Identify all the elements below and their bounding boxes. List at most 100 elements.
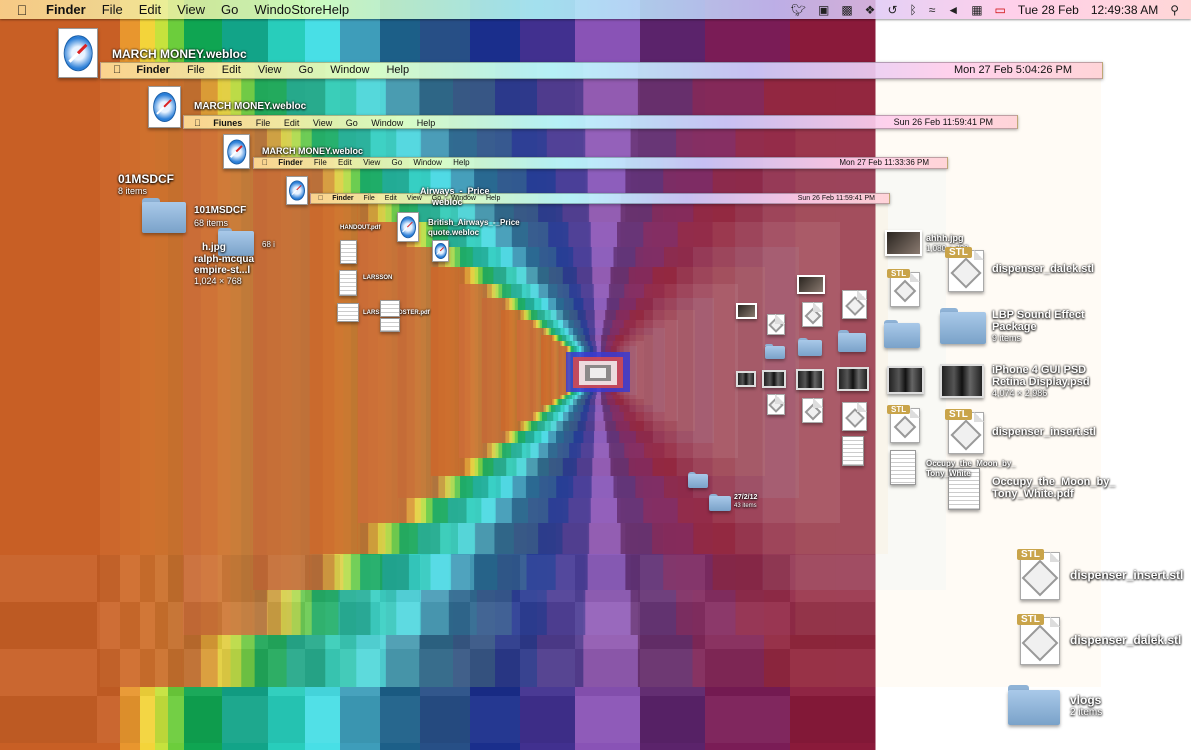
menu-window[interactable]: Windo [254, 2, 291, 17]
safari-webloc-icon[interactable] [223, 134, 250, 169]
file-label[interactable]: dispenser_dalek.stl [1070, 633, 1181, 647]
folder-label[interactable]: vlogs [1070, 693, 1101, 707]
folder-label[interactable]: Package [992, 321, 1037, 333]
pdf-icon[interactable] [380, 300, 400, 317]
folder-icon[interactable] [884, 320, 920, 348]
menu-go[interactable]: Go [221, 2, 238, 17]
wifi-icon[interactable]: ≈ [929, 3, 936, 17]
file-label[interactable]: ahhh.jpg [926, 233, 964, 243]
stl-file-icon[interactable]: STL [945, 409, 984, 454]
image-thumbnail[interactable] [797, 275, 825, 294]
file-label[interactable]: MARCH MONEY.webloc [112, 47, 247, 61]
stl-file-icon[interactable] [842, 402, 867, 431]
apple-icon[interactable]:  [14, 2, 30, 18]
file-label[interactable]: quote.webloc [428, 228, 479, 237]
file-label[interactable]: empire-st...l [194, 265, 250, 276]
image-thumbnail[interactable] [736, 303, 757, 319]
file-label[interactable]: Retina Display.psd [992, 376, 1090, 388]
compass-icon [226, 138, 247, 165]
folder-icon[interactable] [798, 338, 822, 356]
stl-tag: STL [887, 269, 911, 278]
file-label[interactable]: LARSSON [363, 275, 392, 281]
safari-webloc-icon[interactable] [432, 240, 449, 262]
stl-file-icon[interactable] [767, 394, 785, 415]
pdf-icon[interactable] [842, 436, 864, 466]
file-label[interactable]: Occupy_the_Moon_by_ [926, 459, 1016, 468]
volume-icon[interactable]: ◄ [947, 3, 959, 17]
folder-icon[interactable] [838, 330, 866, 352]
file-label[interactable]: h.jpg [202, 242, 226, 253]
psd-thumbnail[interactable] [796, 369, 824, 390]
stl-file-icon[interactable]: STL [945, 247, 984, 292]
file-label[interactable]: Airways_-_Price [420, 186, 490, 196]
stl-file-icon[interactable] [767, 314, 785, 335]
stl-file-icon[interactable]: STL [1017, 549, 1060, 600]
psd-thumbnail[interactable] [837, 367, 869, 391]
folder-icon[interactable] [940, 308, 986, 344]
file-label[interactable]: webloc [432, 197, 463, 207]
pdf-icon[interactable] [337, 303, 359, 322]
file-label[interactable]: Tony_White [926, 469, 971, 478]
file-label[interactable]: MARCH MONEY.webloc [194, 101, 306, 112]
pdf-icon[interactable] [340, 240, 357, 264]
stl-file-icon[interactable] [802, 398, 823, 423]
mosaic-cell [380, 602, 420, 649]
psd-thumbnail[interactable] [887, 366, 924, 394]
twitter-icon[interactable]: 🐦︎ [791, 3, 806, 17]
menu-store[interactable]: Store [291, 2, 322, 17]
file-label[interactable]: dispenser_dalek.stl [992, 263, 1094, 275]
psd-thumbnail[interactable] [940, 364, 984, 398]
folder-icon[interactable] [688, 472, 708, 488]
pdf-icon[interactable] [890, 450, 916, 485]
nested-menu-datetime: Mon 27 Feb 5:04:26 PM [953, 64, 1072, 76]
menu-file[interactable]: File [102, 2, 123, 17]
spotlight-icon[interactable]: ⚲ [1170, 3, 1179, 17]
psd-thumbnail[interactable] [762, 370, 786, 388]
menu-edit[interactable]: Edit [139, 2, 161, 17]
pdf-icon[interactable] [339, 270, 357, 296]
file-label[interactable]: Tony_White.pdf [992, 488, 1074, 500]
psd-thumbnail[interactable] [736, 371, 756, 387]
safari-webloc-icon[interactable] [148, 86, 181, 128]
bluetooth-icon[interactable]: ᛒ [910, 3, 917, 17]
safari-webloc-icon[interactable] [58, 28, 98, 78]
battery-icon[interactable]: ▭ [995, 3, 1006, 17]
timemachine-icon[interactable]: ↺ [887, 3, 897, 17]
menu-finder[interactable]: Finder [46, 2, 86, 17]
folder-label[interactable]: 27/2/12 [734, 494, 757, 501]
file-label[interactable]: MARCH MONEY.webloc [262, 146, 363, 156]
folder-label[interactable]: 01MSDCF [118, 172, 174, 186]
nested-menu-label: Finder [326, 195, 353, 202]
menu-date[interactable]: Tue 28 Feb [1018, 3, 1079, 17]
clipboard-icon[interactable]: ▩ [841, 3, 852, 17]
menu-help[interactable]: Help [322, 2, 349, 17]
menu-time[interactable]: 12:49:38 AM [1091, 3, 1158, 17]
file-label[interactable]: ralph-mcqua [194, 254, 254, 265]
safari-webloc-icon[interactable] [397, 212, 419, 242]
stl-file-icon[interactable]: STL [1017, 614, 1060, 665]
file-label[interactable]: British_Airways_-_Price [428, 218, 520, 227]
stl-file-icon[interactable] [802, 302, 823, 327]
menu-view[interactable]: View [177, 2, 205, 17]
folder-icon[interactable] [765, 344, 785, 359]
pdf-icon[interactable] [380, 318, 400, 332]
stl-file-icon[interactable]: STL [887, 269, 920, 307]
folder-icon[interactable] [1008, 685, 1060, 725]
image-thumbnail[interactable] [885, 230, 922, 256]
compass-icon [63, 35, 93, 71]
folder-icon[interactable] [709, 494, 731, 511]
file-label[interactable]: iPhone 4 GUI PSD [992, 364, 1086, 376]
folder-label[interactable]: 101MSDCF [194, 205, 246, 216]
folder-label[interactable]: LBP Sound Effect [992, 309, 1085, 321]
stl-file-icon[interactable] [842, 290, 867, 319]
stl-file-icon[interactable]: STL [887, 405, 920, 443]
file-label[interactable]: Occupy_the_Moon_by_ [992, 476, 1115, 488]
safari-webloc-icon[interactable] [286, 176, 308, 205]
folder-icon[interactable] [142, 198, 186, 233]
fuzzyclock-icon[interactable]: ▣ [818, 3, 829, 17]
dropbox-icon[interactable]: ❖ [865, 3, 876, 17]
file-label[interactable]: HANDOUT.pdf [340, 225, 380, 231]
file-label[interactable]: dispenser_insert.stl [992, 426, 1096, 438]
flag-uk-icon[interactable]: ▦ [971, 3, 982, 17]
file-label[interactable]: dispenser_insert.stl [1070, 568, 1183, 582]
